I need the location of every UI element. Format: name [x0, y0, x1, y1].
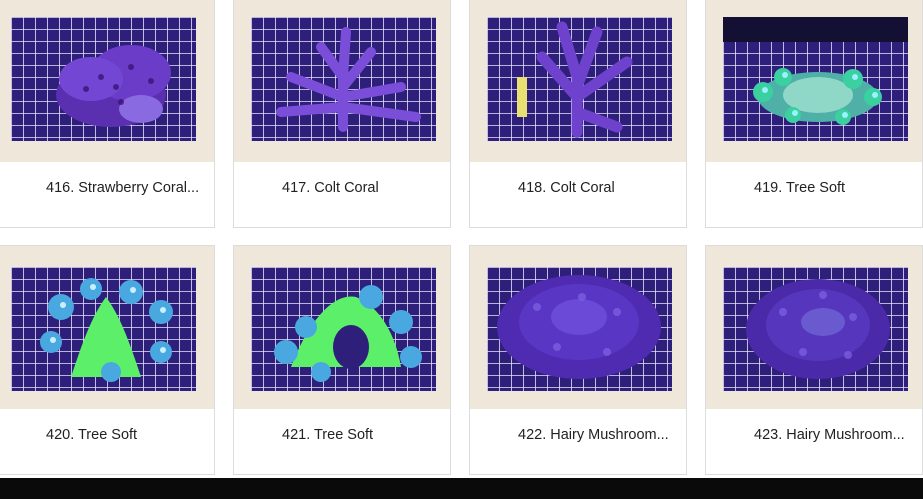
product-card-421[interactable]: 421. Tree Soft	[233, 245, 451, 475]
product-title[interactable]: 416. Strawberry Coral...	[0, 180, 214, 196]
product-title[interactable]: 419. Tree Soft	[706, 180, 922, 196]
product-image[interactable]	[11, 267, 196, 391]
bottom-bar	[0, 478, 923, 499]
product-card-422[interactable]: 422. Hairy Mushroom...	[469, 245, 687, 475]
product-card-423[interactable]: 423. Hairy Mushroom...	[705, 245, 923, 475]
product-image[interactable]	[487, 17, 672, 141]
thumbnail-frame	[234, 0, 450, 162]
product-title[interactable]: 421. Tree Soft	[234, 427, 450, 443]
thumbnail-frame	[470, 0, 686, 162]
thumbnail-frame	[706, 246, 922, 409]
product-card-420[interactable]: 420. Tree Soft	[0, 245, 215, 475]
product-image[interactable]	[11, 17, 196, 141]
thumbnail-frame	[0, 246, 214, 409]
product-grid: 416. Strawberry Coral... 417. Colt Coral…	[0, 0, 923, 478]
thumbnail-frame	[470, 246, 686, 409]
product-title[interactable]: 418. Colt Coral	[470, 180, 686, 196]
product-image[interactable]	[251, 267, 436, 391]
product-grid-page: 416. Strawberry Coral... 417. Colt Coral…	[0, 0, 923, 499]
product-card-418[interactable]: 418. Colt Coral	[469, 0, 687, 228]
product-card-416[interactable]: 416. Strawberry Coral...	[0, 0, 215, 228]
product-card-419[interactable]: 419. Tree Soft	[705, 0, 923, 228]
product-image[interactable]	[723, 17, 908, 141]
thumbnail-frame	[706, 0, 922, 162]
product-title[interactable]: 422. Hairy Mushroom...	[470, 427, 686, 443]
product-title[interactable]: 420. Tree Soft	[0, 427, 214, 443]
product-card-417[interactable]: 417. Colt Coral	[233, 0, 451, 228]
product-title[interactable]: 423. Hairy Mushroom...	[706, 427, 922, 443]
thumbnail-frame	[0, 0, 214, 162]
product-image[interactable]	[487, 267, 672, 391]
thumbnail-frame	[234, 246, 450, 409]
product-title[interactable]: 417. Colt Coral	[234, 180, 450, 196]
product-image[interactable]	[723, 267, 908, 391]
product-image[interactable]	[251, 17, 436, 141]
